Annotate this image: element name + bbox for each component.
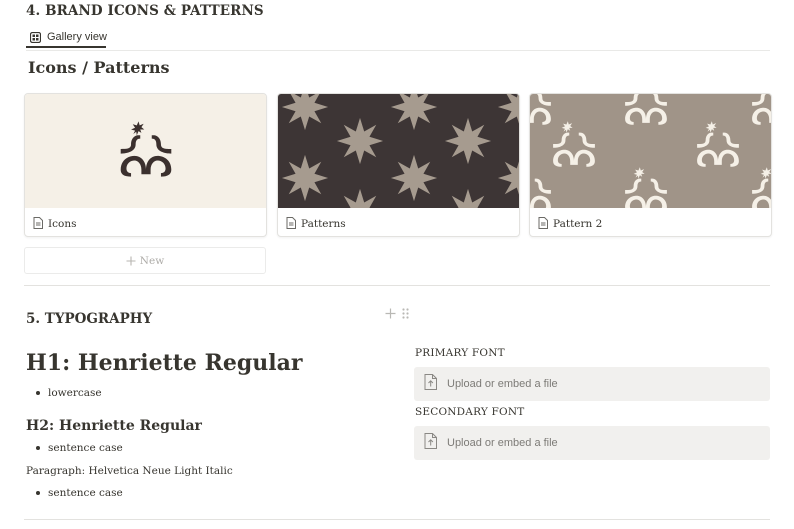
- gallery-title: Icons / Patterns: [28, 58, 170, 77]
- gallery-view-label: Gallery view: [47, 31, 107, 43]
- card-title-patterns: Patterns: [301, 217, 346, 230]
- bottom-divider: [24, 519, 770, 520]
- section-heading-brand-icons: 4. BRAND ICONS & PATTERNS: [26, 3, 264, 19]
- primary-font-label: PRIMARY FONT: [415, 347, 505, 359]
- card-caption: Pattern 2: [538, 214, 602, 233]
- primary-font-upload[interactable]: Upload or embed a file: [414, 367, 770, 401]
- card-caption: Icons: [33, 214, 77, 233]
- bullet-dot: [36, 446, 40, 450]
- list-item: lowercase: [36, 387, 102, 399]
- card-cover-icons: [25, 94, 266, 208]
- active-tab-indicator: [26, 46, 106, 48]
- paragraph-case-label: sentence case: [48, 487, 123, 499]
- gallery-card-icons[interactable]: Icons: [24, 93, 267, 237]
- new-button-label: New: [139, 254, 165, 267]
- list-item: sentence case: [36, 487, 123, 499]
- plus-icon: [126, 251, 136, 270]
- section-divider: [24, 285, 770, 286]
- block-handles: [385, 304, 409, 323]
- drag-handle-icon[interactable]: [402, 304, 409, 323]
- gallery-view-tab[interactable]: Gallery view: [26, 27, 111, 47]
- tabs-divider: [26, 50, 770, 51]
- gallery-grid-icon: [29, 28, 42, 47]
- card-title-icons: Icons: [48, 217, 77, 230]
- page-icon: [286, 214, 296, 233]
- page-icon: [33, 214, 43, 233]
- cover-background: [25, 94, 266, 208]
- card-cover-patterns: [278, 94, 519, 208]
- secondary-font-label: SECONDARY FONT: [415, 406, 525, 418]
- new-card-button[interactable]: New: [24, 247, 266, 274]
- add-block-icon[interactable]: [385, 304, 396, 323]
- page-icon: [538, 214, 548, 233]
- gallery-card-patterns[interactable]: Patterns: [277, 93, 520, 237]
- h1-sample-heading: H1: Henriette Regular: [26, 350, 303, 376]
- file-upload-icon: [424, 433, 437, 453]
- h2-case-label: sentence case: [48, 442, 123, 454]
- bullet-dot: [36, 391, 40, 395]
- file-upload-icon: [424, 374, 437, 394]
- paragraph-sample: Paragraph: Helvetica Neue Light Italic: [26, 465, 233, 477]
- upload-label: Upload or embed a file: [447, 437, 558, 449]
- section-heading-typography: 5. TYPOGRAPHY: [26, 311, 153, 327]
- h1-case-label: lowercase: [48, 387, 102, 399]
- gallery-card-pattern-2[interactable]: Pattern 2: [529, 93, 772, 237]
- card-cover-pattern-2: [530, 94, 771, 208]
- list-item: sentence case: [36, 442, 123, 454]
- upload-label: Upload or embed a file: [447, 378, 558, 390]
- secondary-font-upload[interactable]: Upload or embed a file: [414, 426, 770, 460]
- card-caption: Patterns: [286, 214, 346, 233]
- h2-sample-heading: H2: Henriette Regular: [26, 418, 202, 434]
- bullet-dot: [36, 491, 40, 495]
- card-title-pattern-2: Pattern 2: [553, 217, 603, 230]
